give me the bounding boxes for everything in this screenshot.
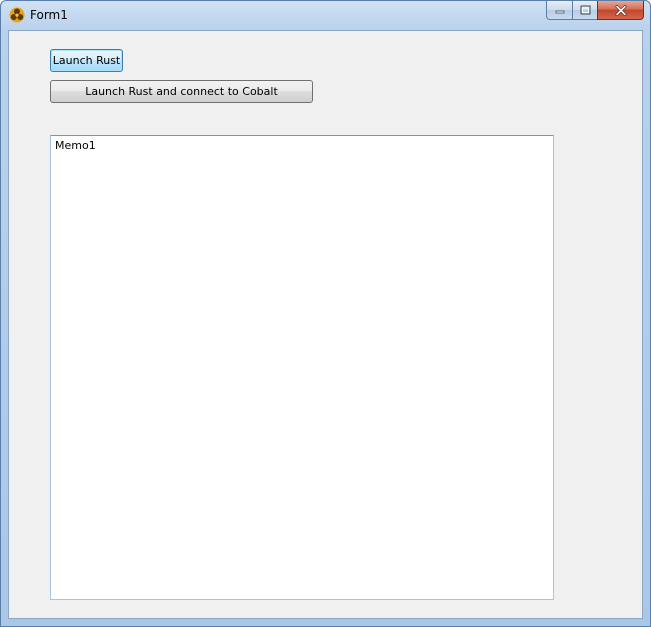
launch-rust-button[interactable]: Launch Rust (50, 49, 123, 72)
minimize-icon (555, 10, 564, 14)
maximize-button[interactable] (572, 1, 597, 20)
main-window: Form1 Launch Rust Launch Rust and connec… (0, 0, 651, 627)
maximize-icon (580, 5, 590, 15)
form-client-area: Launch Rust Launch Rust and connect to C… (8, 30, 643, 619)
close-icon (615, 4, 626, 16)
launch-rust-cobalt-button[interactable]: Launch Rust and connect to Cobalt (50, 80, 313, 103)
title-bar[interactable]: Form1 (1, 1, 650, 30)
close-button[interactable] (597, 1, 644, 20)
minimize-button[interactable] (546, 1, 572, 20)
memo-textarea[interactable]: Memo1 (50, 135, 554, 600)
window-title: Form1 (30, 8, 68, 22)
app-trefoil-icon (9, 7, 25, 23)
caption-buttons (546, 1, 644, 21)
